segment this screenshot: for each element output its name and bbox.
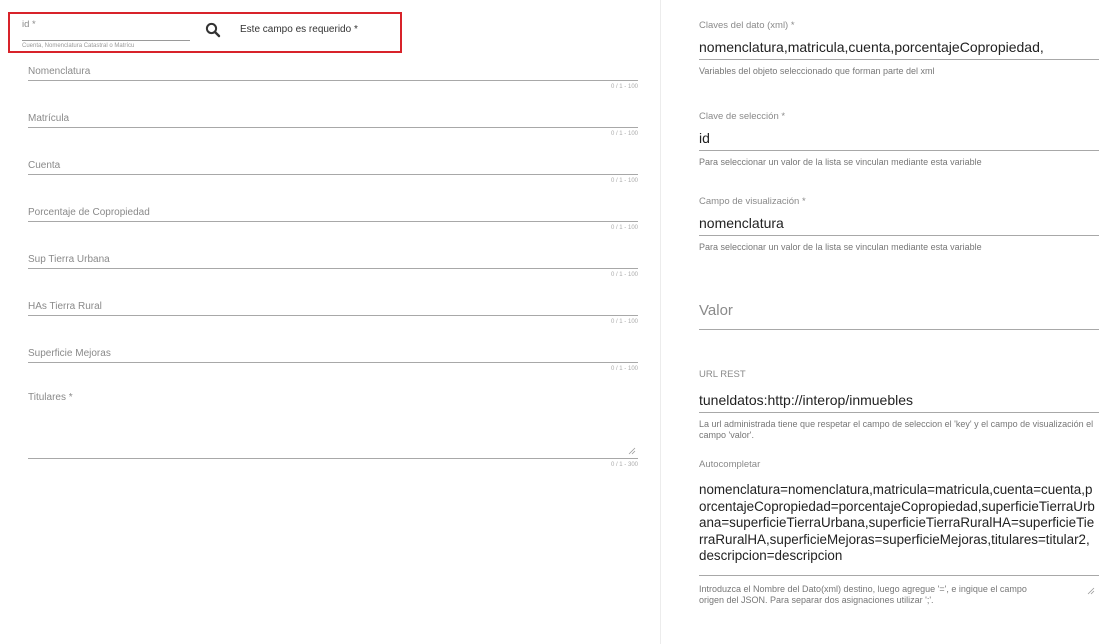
- input-underline: [699, 412, 1099, 413]
- char-counter: 0 / 1 - 100: [610, 319, 638, 325]
- id-field-hint: Cuenta, Nomenclatura Catastral o Matrícu: [22, 43, 135, 49]
- superficie-mejoras-field[interactable]: Superficie Mejoras 0 / 1 - 100: [28, 348, 638, 390]
- char-counter: 0 / 1 - 100: [610, 225, 638, 231]
- field-label: Superficie Mejoras: [28, 348, 111, 359]
- id-field-error-box: id * Cuenta, Nomenclatura Catastral o Ma…: [8, 12, 402, 53]
- resize-handle-icon[interactable]: [1087, 587, 1095, 595]
- nomenclatura-field[interactable]: Nomenclatura 0 / 1 - 100: [28, 66, 638, 108]
- input-underline: [699, 329, 1099, 330]
- autocompletar-hint: Introduzca el Nombre del Dato(xml) desti…: [699, 583, 1027, 605]
- claves-field[interactable]: Claves del dato (xml) * nomenclatura,mat…: [699, 20, 1099, 76]
- campo-visualizacion-label: Campo de visualización *: [699, 196, 806, 207]
- has-tierra-rural-input[interactable]: [28, 315, 638, 316]
- input-underline: [699, 59, 1099, 60]
- nomenclatura-input[interactable]: [28, 80, 638, 81]
- url-rest-input[interactable]: tuneldatos:http://interop/inmuebles: [699, 392, 1099, 408]
- titulares-textarea[interactable]: [28, 458, 638, 459]
- search-icon[interactable]: [204, 21, 222, 39]
- resize-handle-icon[interactable]: [628, 447, 636, 455]
- url-rest-label: URL REST: [699, 369, 746, 380]
- claves-input[interactable]: nomenclatura,matricula,cuenta,porcentaje…: [699, 39, 1099, 55]
- cuenta-input[interactable]: [28, 174, 638, 175]
- clave-seleccion-input[interactable]: id: [699, 130, 1099, 146]
- autocompletar-label: Autocompletar: [699, 459, 761, 470]
- clave-seleccion-hint: Para seleccionar un valor de la lista se…: [699, 157, 982, 167]
- input-underline: [699, 235, 1099, 236]
- char-counter: 0 / 1 - 100: [610, 366, 638, 372]
- superficie-mejoras-input[interactable]: [28, 362, 638, 363]
- valor-field[interactable]: Valor: [699, 302, 1099, 330]
- search-button[interactable]: [204, 21, 222, 39]
- char-counter: 0 / 1 - 100: [610, 131, 638, 137]
- clave-seleccion-field[interactable]: Clave de selección * id Para seleccionar…: [699, 111, 1099, 167]
- field-label: Nomenclatura: [28, 66, 91, 77]
- sup-tierra-urbana-input[interactable]: [28, 268, 638, 269]
- sup-tierra-urbana-field[interactable]: Sup Tierra Urbana 0 / 1 - 100: [28, 254, 638, 296]
- campo-visualizacion-hint: Para seleccionar un valor de la lista se…: [699, 242, 982, 252]
- matricula-input[interactable]: [28, 127, 638, 128]
- claves-hint: Variables del objeto seleccionado que fo…: [699, 66, 935, 76]
- claves-label: Claves del dato (xml) *: [699, 20, 795, 31]
- id-input[interactable]: [22, 40, 190, 41]
- char-counter: 0 / 1 - 100: [610, 272, 638, 278]
- char-counter: 0 / 1 - 100: [610, 178, 638, 184]
- porcentaje-copropiedad-field[interactable]: Porcentaje de Copropiedad 0 / 1 - 100: [28, 207, 638, 249]
- matricula-field[interactable]: Matrícula 0 / 1 - 100: [28, 113, 638, 155]
- input-underline: [699, 150, 1099, 151]
- autocompletar-textarea[interactable]: nomenclatura=nomenclatura,matricula=matr…: [699, 482, 1097, 565]
- campo-visualizacion-field[interactable]: Campo de visualización * nomenclatura Pa…: [699, 196, 1099, 252]
- char-counter: 0 / 1 - 300: [610, 462, 638, 468]
- campo-visualizacion-input[interactable]: nomenclatura: [699, 215, 1099, 231]
- field-label: Sup Tierra Urbana: [28, 254, 110, 265]
- clave-seleccion-label: Clave de selección *: [699, 111, 786, 122]
- left-form-panel: id * Cuenta, Nomenclatura Catastral o Ma…: [0, 0, 661, 644]
- input-underline: [699, 574, 1099, 576]
- cuenta-field[interactable]: Cuenta 0 / 1 - 100: [28, 160, 638, 202]
- char-counter: 0 / 1 - 100: [610, 84, 638, 90]
- valor-placeholder[interactable]: Valor: [699, 302, 1099, 319]
- field-label: Cuenta: [28, 160, 61, 171]
- field-label: Porcentaje de Copropiedad: [28, 207, 150, 218]
- field-label: HAs Tierra Rural: [28, 301, 102, 312]
- autocompletar-field[interactable]: Autocompletar nomenclatura=nomenclatura,…: [699, 459, 1099, 606]
- has-tierra-rural-field[interactable]: HAs Tierra Rural 0 / 1 - 100: [28, 301, 638, 343]
- url-rest-field[interactable]: URL REST tuneldatos:http://interop/inmue…: [699, 369, 1099, 441]
- id-field-label: id *: [22, 19, 36, 30]
- porcentaje-copropiedad-input[interactable]: [28, 221, 638, 222]
- url-rest-hint: La url administrada tiene que respetar e…: [699, 419, 1094, 440]
- titulares-field[interactable]: Titulares * 0 / 1 - 300: [28, 392, 638, 482]
- right-config-panel: Claves del dato (xml) * nomenclatura,mat…: [661, 0, 1100, 644]
- field-label: Matrícula: [28, 113, 70, 124]
- field-label: Titulares *: [28, 392, 73, 403]
- required-error-message: Este campo es requerido *: [240, 24, 358, 35]
